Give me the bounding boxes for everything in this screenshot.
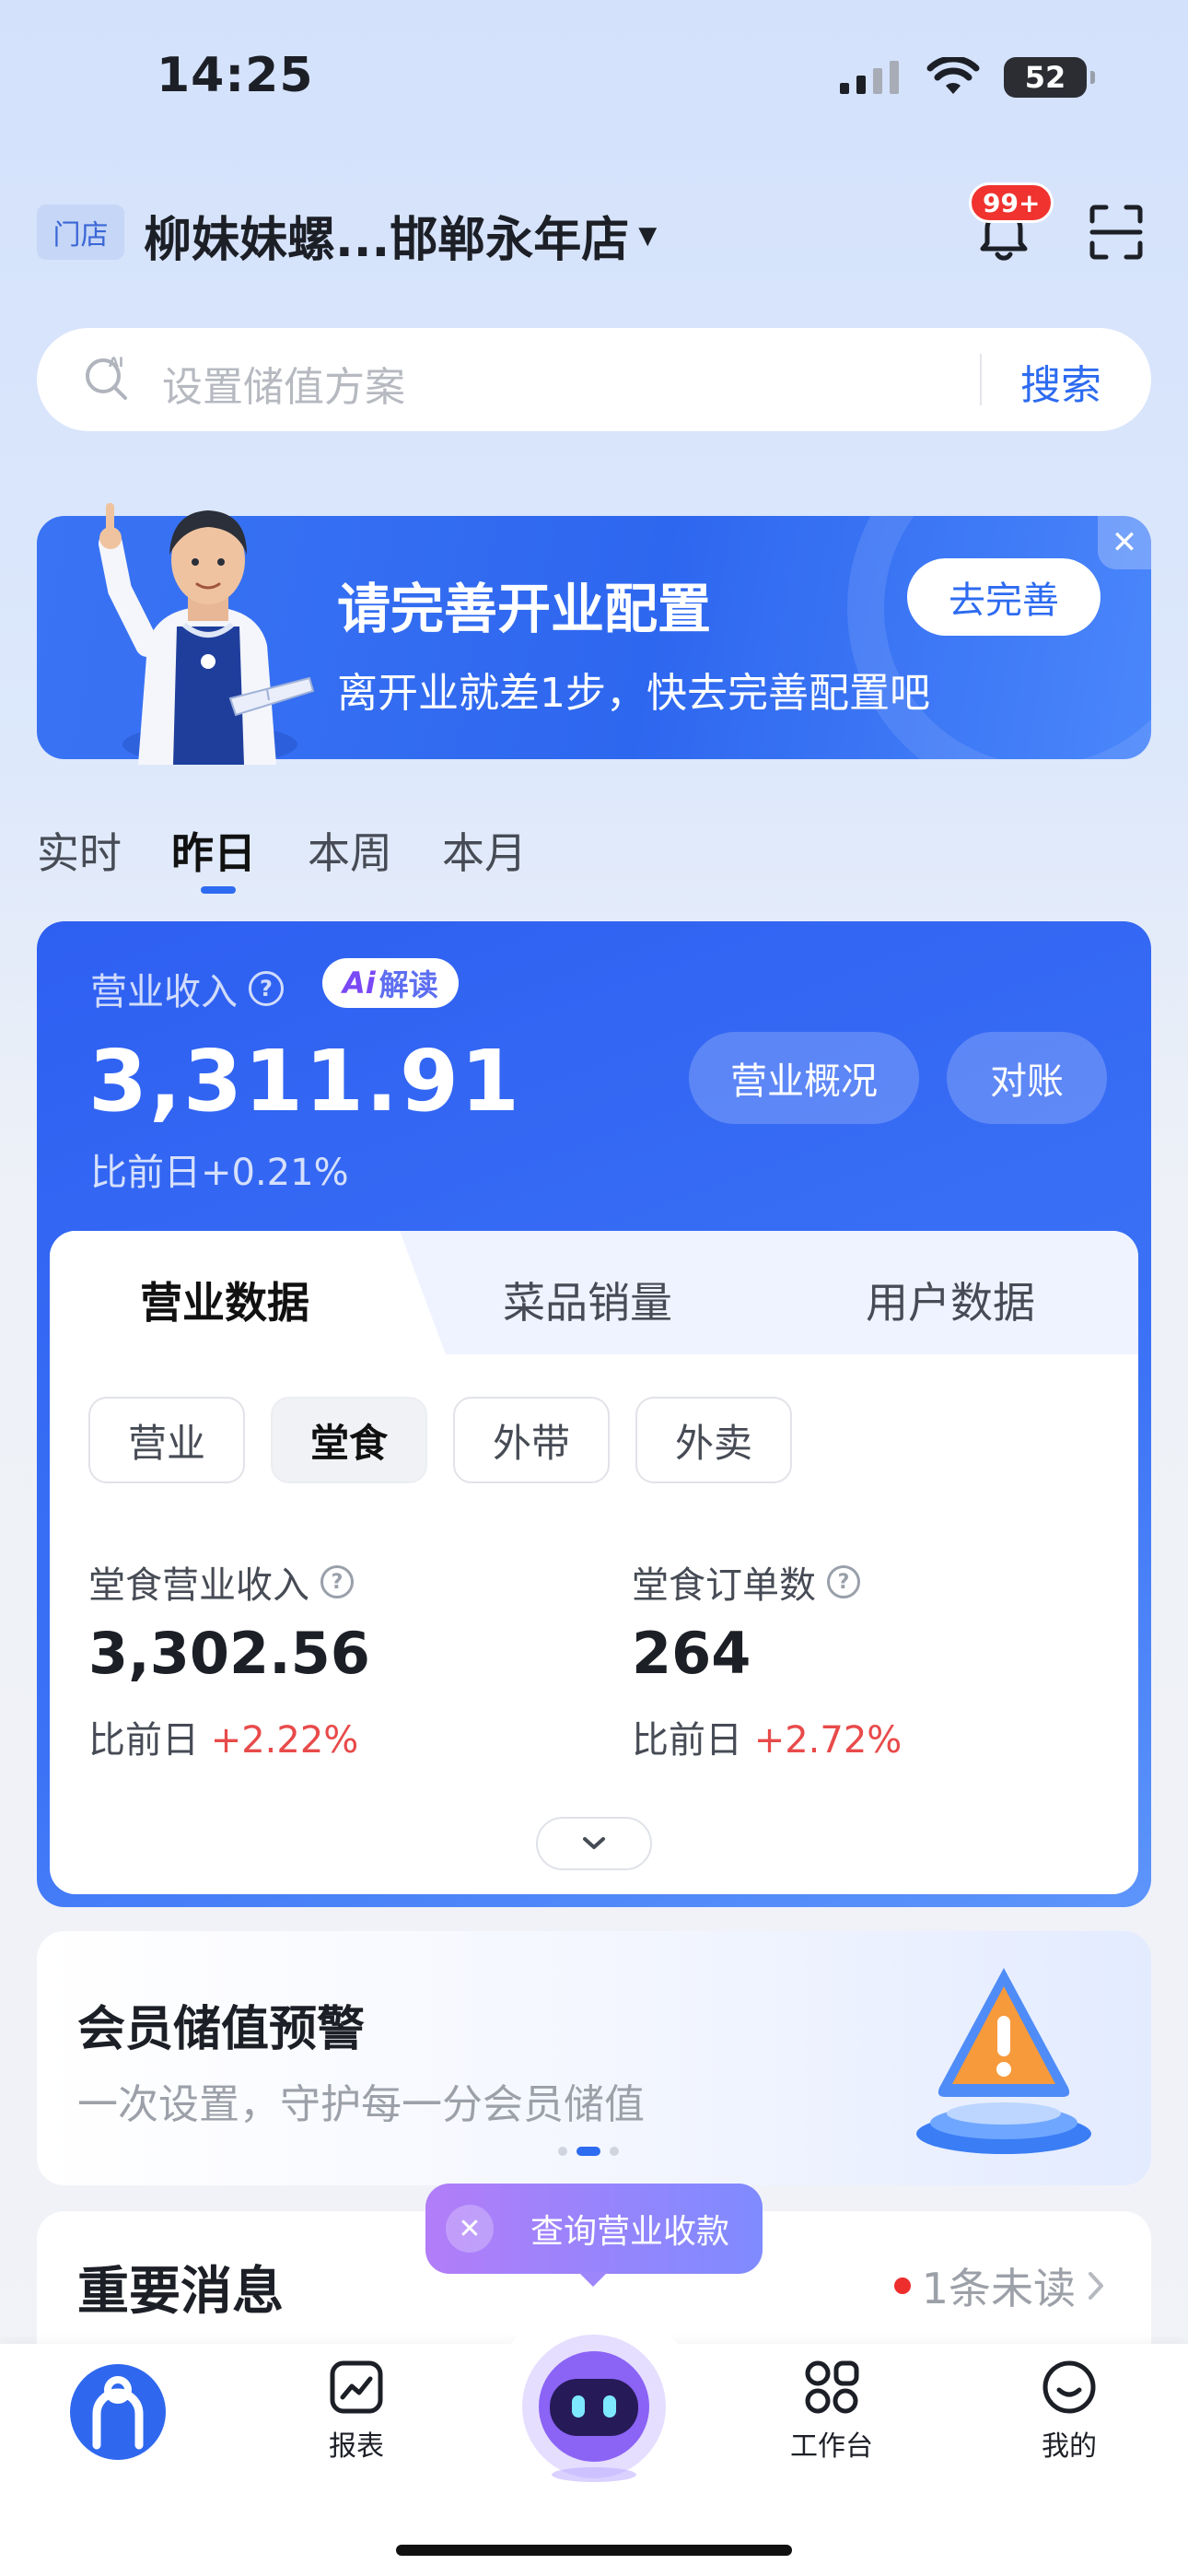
unread-count: 1条未读 <box>921 2264 1076 2313</box>
help-icon[interactable]: ? <box>827 1565 860 1598</box>
battery-indicator: 52 <box>1004 57 1095 98</box>
metric-label-row: 堂食订单数 ? <box>632 1555 860 1609</box>
signal-icon <box>840 61 899 94</box>
business-data-panel: 营业数据 菜品销量 用户数据 营业 堂食 外带 外卖 堂食营业收入 ? 3,30… <box>50 1231 1138 1894</box>
ai-label: Ai <box>343 966 376 1001</box>
scan-icon[interactable] <box>1089 205 1144 260</box>
unread-dot <box>893 2277 911 2294</box>
search-button[interactable]: 搜索 <box>1020 352 1101 411</box>
tab-dish-sales[interactable]: 菜品销量 <box>503 1270 672 1330</box>
banner-subtitle: 离开业就差1步，快去完善配置吧 <box>337 670 930 717</box>
change-value: +2.22% <box>210 1719 359 1762</box>
report-chart-icon <box>330 2360 383 2414</box>
ai-assistant-robot-icon[interactable] <box>511 2331 677 2488</box>
ai-interpret-button[interactable]: Ai 解读 <box>322 958 459 1008</box>
search-divider <box>980 354 982 405</box>
revenue-label: 营业收入 <box>90 971 238 1013</box>
revenue-card: 营业收入 ? Ai 解读 3,311.91 比前日+0.21% 营业概况 对账 … <box>37 921 1151 1907</box>
help-icon[interactable]: ? <box>249 971 284 1006</box>
tab-this-week[interactable]: 本周 <box>308 820 392 881</box>
svg-text:AI: AI <box>109 356 123 370</box>
chip-takeaway[interactable]: 外带 <box>453 1397 610 1483</box>
help-icon[interactable]: ? <box>320 1565 354 1598</box>
banner-close-button[interactable]: ✕ <box>1098 516 1151 569</box>
messages-title: 重要消息 <box>77 2262 284 2322</box>
carousel-dots <box>558 2147 619 2156</box>
revenue-label-row: 营业收入 ? <box>90 962 284 1015</box>
store-name: 柳妹妹螺...邯郸永年店 <box>144 213 630 268</box>
metric-change: 比前日 +2.72% <box>632 1710 902 1763</box>
caret-down-icon: ▼ <box>638 221 658 250</box>
nav-mine[interactable]: 我的 <box>996 2359 1143 2464</box>
carousel-dot-active <box>577 2147 600 2156</box>
chevron-right-icon <box>1089 2272 1103 2300</box>
tooltip-text: 查询营业收款 <box>530 2213 730 2251</box>
search-placeholder: 设置储值方案 <box>162 364 405 411</box>
metric-value: 3,302.56 <box>88 1620 370 1687</box>
metric-label-row: 堂食营业收入 ? <box>88 1555 354 1609</box>
tab-user-data[interactable]: 用户数据 <box>866 1270 1035 1330</box>
interpret-label: 解读 <box>379 967 438 1002</box>
unread-link[interactable]: 1条未读 <box>893 2255 1105 2316</box>
nav-reports[interactable]: 报表 <box>283 2359 430 2464</box>
change-prefix: 比前日 <box>632 1719 742 1762</box>
member-subtitle: 一次设置，守护每一分会员储值 <box>77 2081 645 2128</box>
chip-delivery[interactable]: 外卖 <box>635 1397 792 1483</box>
ai-search-icon: AI <box>86 356 127 400</box>
search-bar[interactable]: AI 设置储值方案 搜索 <box>37 328 1151 431</box>
notification-badge: 99+ <box>969 182 1054 223</box>
chevron-down-icon <box>583 1837 605 1849</box>
home-indicator <box>396 2545 792 2556</box>
banner-title: 请完善开业配置 <box>337 578 712 640</box>
metric-value: 264 <box>632 1620 751 1687</box>
store-selector[interactable]: 柳妹妹螺...邯郸永年店 ▼ <box>144 201 657 270</box>
carousel-dot <box>610 2147 619 2156</box>
store-tag: 门店 <box>37 205 124 260</box>
expand-button[interactable] <box>536 1817 652 1870</box>
wifi-icon <box>926 57 980 94</box>
revenue-value: 3,311.91 <box>88 1032 521 1130</box>
metric-change: 比前日 +2.22% <box>88 1710 358 1763</box>
close-icon[interactable]: ✕ <box>446 2205 494 2253</box>
warning-triangle-illustration <box>916 1968 1091 2154</box>
chip-business[interactable]: 营业 <box>88 1397 245 1483</box>
nav-workbench[interactable]: 工作台 <box>758 2359 905 2464</box>
tooltip-tail <box>578 2272 608 2287</box>
tab-business-data[interactable]: 营业数据 <box>140 1270 309 1330</box>
business-overview-button[interactable]: 营业概况 <box>689 1032 919 1124</box>
tab-this-month[interactable]: 本月 <box>442 820 527 881</box>
member-title: 会员储值预警 <box>77 2002 366 2057</box>
nav-mine-label: 我的 <box>1042 2430 1097 2463</box>
mascot-illustration <box>99 503 315 765</box>
tab-yesterday[interactable]: 昨日 <box>171 820 256 881</box>
chip-dine-in[interactable]: 堂食 <box>271 1397 427 1483</box>
nav-home[interactable] <box>70 2364 166 2460</box>
smile-profile-icon <box>1042 2360 1096 2414</box>
nav-workbench-label: 工作台 <box>790 2430 873 2463</box>
reconcile-button[interactable]: 对账 <box>947 1032 1107 1124</box>
carousel-dot <box>558 2147 567 2156</box>
ai-suggestion-tooltip[interactable]: ✕ 查询营业收款 <box>425 2184 763 2274</box>
change-prefix: 比前日 <box>88 1719 199 1762</box>
complete-setup-button[interactable]: 去完善 <box>907 558 1101 636</box>
home-logo-icon <box>92 2376 144 2450</box>
tab-indicator <box>201 886 236 894</box>
workbench-grid-icon <box>805 2360 859 2414</box>
status-time: 14:25 <box>157 48 314 103</box>
change-value: +2.72% <box>753 1719 903 1762</box>
tab-realtime[interactable]: 实时 <box>37 820 122 881</box>
member-warning-card[interactable]: 会员储值预警 一次设置，守护每一分会员储值 <box>37 1931 1151 2185</box>
status-icons: 52 <box>838 57 1095 98</box>
metric-label: 堂食营业收入 <box>88 1564 309 1607</box>
revenue-change: 比前日+0.21% <box>90 1152 349 1194</box>
nav-reports-label: 报表 <box>329 2430 384 2463</box>
metric-label: 堂食订单数 <box>632 1564 816 1607</box>
